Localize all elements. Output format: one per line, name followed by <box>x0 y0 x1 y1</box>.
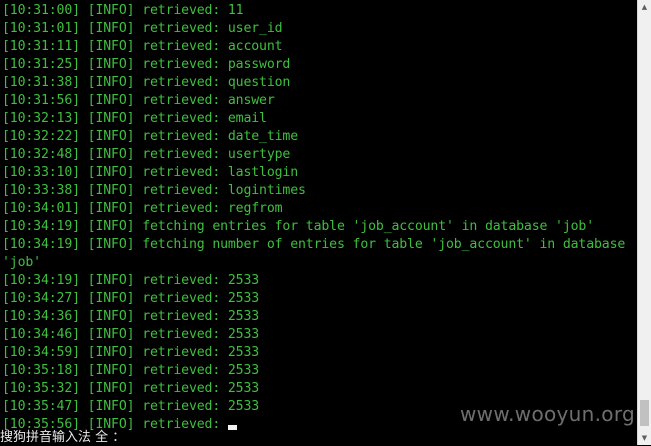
terminal-line: [10:34:36] [INFO] retrieved: 2533 <box>2 309 260 324</box>
terminal-line: [10:34:19] [INFO] fetching number of ent… <box>2 237 626 252</box>
terminal-output: [10:31:00] [INFO] retrieved: 11 [10:31:0… <box>2 2 636 434</box>
terminal-line: [10:35:18] [INFO] retrieved: 2533 <box>2 363 260 378</box>
scroll-down-arrow-icon[interactable]: ▼ <box>638 431 651 445</box>
terminal-line: [10:34:27] [INFO] retrieved: 2533 <box>2 291 260 306</box>
terminal-line: [10:34:59] [INFO] retrieved: 2533 <box>2 345 260 360</box>
vertical-scrollbar[interactable]: ▲ ▼ <box>637 0 651 445</box>
watermark-text: www.wooyun.org <box>460 402 635 426</box>
scroll-up-arrow-icon[interactable]: ▲ <box>638 0 651 14</box>
scroll-thumb[interactable] <box>640 400 649 426</box>
ime-status-bar[interactable]: 搜狗拼音输入法 全 ： <box>0 430 125 446</box>
terminal-line: [10:31:38] [INFO] retrieved: question <box>2 75 291 90</box>
terminal-line: [10:32:13] [INFO] retrieved: email <box>2 111 267 126</box>
terminal-line: [10:33:10] [INFO] retrieved: lastlogin <box>2 165 299 180</box>
terminal-line: [10:34:19] [INFO] fetching entries for t… <box>2 219 595 234</box>
terminal-line: [10:35:32] [INFO] retrieved: 2533 <box>2 381 260 396</box>
terminal-line-wrapped: 'job' <box>2 255 41 270</box>
text-cursor <box>228 425 238 430</box>
terminal-line: [10:34:01] [INFO] retrieved: regfrom <box>2 201 283 216</box>
terminal-window[interactable]: [10:31:00] [INFO] retrieved: 11 [10:31:0… <box>0 0 637 445</box>
terminal-line: [10:32:48] [INFO] retrieved: usertype <box>2 147 291 162</box>
terminal-line: [10:34:19] [INFO] retrieved: 2533 <box>2 273 260 288</box>
terminal-line: [10:31:00] [INFO] retrieved: 11 <box>2 3 244 18</box>
terminal-line: [10:32:22] [INFO] retrieved: date_time <box>2 129 299 144</box>
terminal-line: [10:31:11] [INFO] retrieved: account <box>2 39 283 54</box>
terminal-line: [10:31:56] [INFO] retrieved: answer <box>2 93 275 108</box>
terminal-line: [10:31:01] [INFO] retrieved: user_id <box>2 21 283 36</box>
terminal-line: [10:31:25] [INFO] retrieved: password <box>2 57 291 72</box>
terminal-line: [10:34:46] [INFO] retrieved: 2533 <box>2 327 260 342</box>
terminal-line: [10:33:38] [INFO] retrieved: logintimes <box>2 183 306 198</box>
